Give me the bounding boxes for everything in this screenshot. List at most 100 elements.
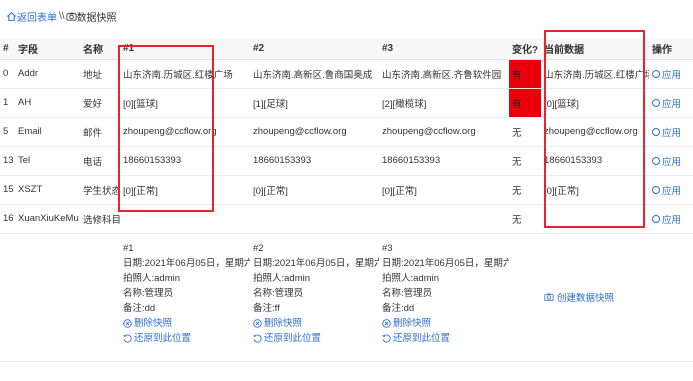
- snapshot-date: 日期:2021年06月05日，星期六: [382, 257, 509, 269]
- col-header-action: 操作: [649, 39, 693, 60]
- row-snap1-value: 18660153393: [120, 146, 250, 176]
- snapshot-author: 拍照人:admin: [253, 272, 311, 284]
- row-field: XuanXiuKeMu: [15, 204, 80, 234]
- row-current-value: [0][篮球]: [541, 88, 649, 118]
- delete-snapshot-button[interactable]: 删除快照: [253, 316, 379, 331]
- circle-icon: [652, 69, 660, 78]
- row-snap1-value: 山东济南.历城区.红楼广场: [120, 59, 250, 89]
- row-changed-flag: 无: [509, 146, 541, 176]
- snapshot-info-row: #1 日期:2021年06月05日，星期六 拍照人:admin 名称:管理员 备…: [0, 233, 693, 362]
- row-name: 爱好: [80, 88, 120, 118]
- snapshot-info-spacer: [0, 233, 120, 362]
- row-changed-flag: 有: [509, 88, 541, 118]
- apply-button[interactable]: 应用: [652, 67, 693, 81]
- row-changed-flag: 无: [509, 175, 541, 205]
- apply-label: 应用: [662, 185, 682, 197]
- snapshot-date: 日期:2021年06月05日，星期六: [123, 257, 250, 269]
- circle-x-icon: [123, 318, 132, 328]
- breadcrumb-separator: \\: [59, 10, 65, 22]
- row-field: Tel: [15, 146, 80, 176]
- col-header-snap3: #3: [379, 39, 509, 60]
- snapshot-date: 日期:2021年06月05日，星期六: [253, 257, 379, 269]
- row-index: 1: [0, 88, 15, 118]
- back-to-form-label: 返回表单: [17, 12, 57, 24]
- table-header-row: # 字段 名称 #1 #2 #3 变化? 当前数据 操作: [0, 39, 693, 60]
- row-current-value: [541, 204, 649, 234]
- col-header-snap2: #2: [250, 39, 379, 60]
- circle-x-icon: [253, 318, 262, 328]
- snapshot-number: #3: [382, 242, 393, 254]
- apply-label: 应用: [662, 98, 682, 110]
- circle-icon: [652, 214, 660, 223]
- table-row: 1 AH 爱好 [0][篮球] [1][足球] [2][橄榄球] 有 [0][篮…: [0, 88, 693, 118]
- restore-snapshot-label: 还原到此位置: [393, 332, 451, 344]
- snapshot-info-changed-spacer: [509, 233, 541, 362]
- row-snap2-value: 18660153393: [250, 146, 379, 176]
- apply-button[interactable]: 应用: [652, 183, 693, 197]
- col-header-field: 字段: [15, 39, 80, 60]
- snapshot-note: 备注:dd: [123, 302, 156, 314]
- circle-icon: [652, 185, 660, 194]
- create-snapshot-button[interactable]: 创建数据快照: [544, 290, 649, 304]
- row-changed-flag: 有: [509, 59, 541, 89]
- circle-icon: [652, 127, 660, 136]
- breadcrumb-current: 数据快照: [66, 9, 117, 24]
- row-changed-flag: 无: [509, 117, 541, 147]
- col-header-snap1: #1: [120, 39, 250, 60]
- col-header-index: #: [0, 39, 15, 60]
- row-action-cell: 应用: [649, 117, 693, 147]
- snapshot-author: 拍照人:admin: [123, 272, 181, 284]
- row-name: 选修科目: [80, 204, 120, 234]
- delete-snapshot-label: 删除快照: [134, 317, 173, 329]
- snapshot-card-2: #2 日期:2021年06月05日，星期六 拍照人:admin 名称:管理员 备…: [250, 233, 379, 362]
- circle-icon: [652, 98, 660, 107]
- row-index: 16: [0, 204, 15, 234]
- back-to-form-link[interactable]: 返回表单: [6, 9, 57, 24]
- row-current-value: 18660153393: [541, 146, 649, 176]
- delete-snapshot-button[interactable]: 删除快照: [382, 316, 509, 331]
- restore-snapshot-label: 还原到此位置: [264, 332, 322, 344]
- row-snap3-value: 山东济南.高新区.齐鲁软件园: [379, 59, 509, 89]
- restore-icon: [382, 334, 391, 343]
- row-action-cell: 应用: [649, 146, 693, 176]
- apply-button[interactable]: 应用: [652, 154, 693, 168]
- snapshot-author: 拍照人:admin: [382, 272, 440, 284]
- camera-icon: [544, 292, 554, 302]
- row-name: 邮件: [80, 117, 120, 147]
- apply-button[interactable]: 应用: [652, 96, 693, 110]
- row-index: 0: [0, 59, 15, 89]
- row-name: 学生状态: [80, 175, 120, 205]
- row-action-cell: 应用: [649, 88, 693, 118]
- col-header-changed: 变化?: [509, 39, 541, 60]
- restore-snapshot-label: 还原到此位置: [134, 332, 192, 344]
- table-row: 5 Email 邮件 zhoupeng@ccflow.org zhoupeng@…: [0, 117, 693, 147]
- delete-snapshot-button[interactable]: 删除快照: [123, 316, 250, 331]
- row-snap3-value: zhoupeng@ccflow.org: [379, 117, 509, 147]
- apply-button[interactable]: 应用: [652, 125, 693, 139]
- restore-snapshot-button[interactable]: 还原到此位置: [253, 331, 379, 346]
- restore-snapshot-button[interactable]: 还原到此位置: [123, 331, 250, 346]
- row-field: XSZT: [15, 175, 80, 205]
- row-snap3-value: 18660153393: [379, 146, 509, 176]
- row-field: AH: [15, 88, 80, 118]
- row-name: 地址: [80, 59, 120, 89]
- col-header-current: 当前数据: [541, 39, 649, 60]
- row-current-value: [0][正常]: [541, 175, 649, 205]
- snapshot-note: 备注:ff: [253, 302, 280, 314]
- row-snap1-value: [0][正常]: [120, 175, 250, 205]
- row-snap2-value: zhoupeng@ccflow.org: [250, 117, 379, 147]
- row-snap2-value: [250, 204, 379, 234]
- breadcrumb: 返回表单 \\ 数据快照: [6, 9, 117, 24]
- row-current-value: 山东济南.历城区.红楼广场: [541, 59, 649, 89]
- changed-flag-text: 有: [512, 98, 522, 110]
- row-action-cell: 应用: [649, 59, 693, 89]
- apply-button[interactable]: 应用: [652, 212, 693, 226]
- restore-snapshot-button[interactable]: 还原到此位置: [382, 331, 509, 346]
- snapshot-alias: 名称:管理员: [253, 287, 304, 299]
- row-snap2-value: [0][正常]: [250, 175, 379, 205]
- snapshot-number: #1: [123, 242, 134, 254]
- table-row: 15 XSZT 学生状态 [0][正常] [0][正常] [0][正常] 无 […: [0, 175, 693, 205]
- row-index: 15: [0, 175, 15, 205]
- restore-icon: [123, 334, 132, 343]
- row-current-value: zhoupeng@ccflow.org: [541, 117, 649, 147]
